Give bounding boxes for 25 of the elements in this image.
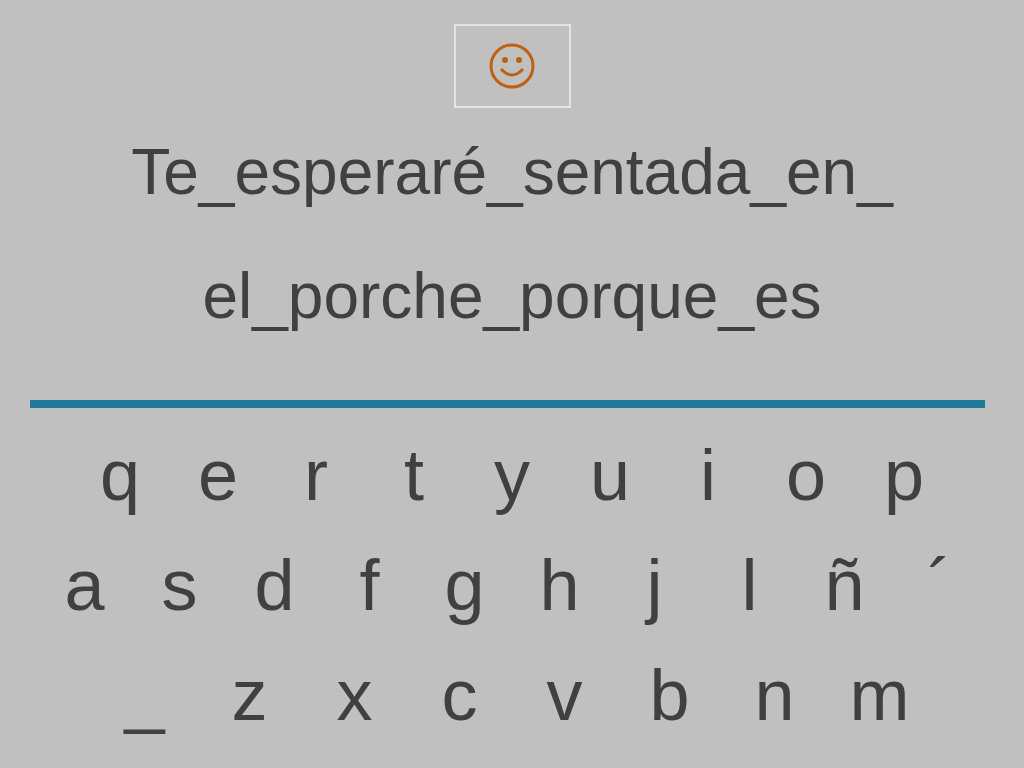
letter-key[interactable]: c [407, 659, 512, 731]
letter-key[interactable]: a [37, 549, 132, 621]
phrase-text: Te_esperaré_sentada_en_ [131, 135, 893, 210]
phrase-text: el_porche_porque_es [202, 259, 822, 334]
letter-key[interactable]: e [169, 439, 267, 511]
letter-key[interactable]: z [197, 659, 302, 731]
letter-key[interactable]: f [322, 549, 417, 621]
letter-key[interactable]: l [702, 549, 797, 621]
letter-key[interactable]: x [302, 659, 407, 731]
letter-key[interactable]: u [561, 439, 659, 511]
letter-key[interactable]: v [512, 659, 617, 731]
letter-key[interactable]: s [132, 549, 227, 621]
letter-key[interactable]: n [722, 659, 827, 731]
letter-key[interactable]: t [365, 439, 463, 511]
letter-key[interactable]: o [757, 439, 855, 511]
letter-key[interactable]: r [267, 439, 365, 511]
letter-key[interactable]: ñ [797, 549, 892, 621]
letter-key[interactable]: d [227, 549, 322, 621]
smiley-icon [487, 41, 537, 91]
letter-key[interactable]: b [617, 659, 722, 731]
letter-key[interactable]: h [512, 549, 607, 621]
smiley-button[interactable] [453, 24, 571, 108]
letter-key[interactable]: i [659, 439, 757, 511]
letter-key[interactable]: ´ [892, 549, 987, 621]
letter-key[interactable]: m [827, 659, 932, 731]
